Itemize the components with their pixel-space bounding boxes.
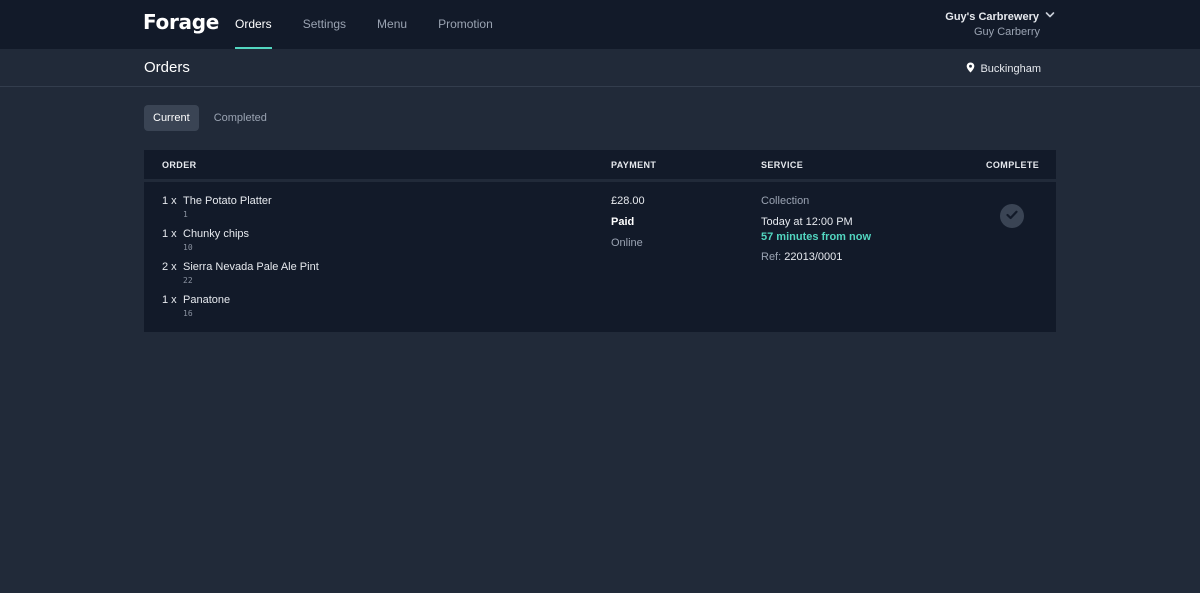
order-item: 2 x Sierra Nevada Pale Ale Pint 22 [162,261,319,294]
item-quantity: 1 x [162,294,177,306]
reference-value: 22013/0001 [784,251,843,263]
item-code: 1 [183,210,188,219]
location-name: Buckingham [980,63,1041,75]
table-header: ORDER PAYMENT SERVICE COMPLETE [144,150,1056,179]
column-header-complete: COMPLETE [986,160,1040,170]
mark-complete-button[interactable] [1000,204,1024,228]
top-navigation-bar: Forage Orders Settings Menu Promotion Gu… [0,0,1200,49]
item-name: Sierra Nevada Pale Ale Pint [183,261,319,273]
table-row[interactable]: 1 x The Potato Platter 1 1 x Chunky chip… [144,182,1056,332]
order-item: 1 x Panatone 16 [162,294,319,327]
map-pin-icon [966,62,975,76]
service-relative-time: 57 minutes from now [761,231,872,243]
account-venue-name: Guy's Carbrewery [945,10,1039,23]
main-nav: Orders Settings Menu Promotion [235,0,524,49]
item-code: 10 [183,243,193,252]
nav-settings[interactable]: Settings [303,0,346,49]
service-type: Collection [761,195,810,207]
tab-completed[interactable]: Completed [205,105,276,131]
page-title: Orders [144,59,190,76]
order-items: 1 x The Potato Platter 1 1 x Chunky chip… [162,195,319,327]
payment-amount: £28.00 [611,195,645,207]
item-quantity: 1 x [162,228,177,240]
tab-current[interactable]: Current [144,105,199,131]
item-quantity: 2 x [162,261,177,273]
column-header-order: ORDER [162,160,197,170]
checkmark-icon [1006,207,1018,225]
item-name: Chunky chips [183,228,250,240]
order-item: 1 x The Potato Platter 1 [162,195,319,228]
reference-label: Ref: [761,251,782,263]
nav-promotion[interactable]: Promotion [438,0,493,49]
order-item: 1 x Chunky chips 10 [162,228,319,261]
payment-cell: £28.00 Paid Online [611,195,645,249]
chevron-down-icon [1044,10,1055,23]
order-reference: Ref: 22013/0001 [761,251,871,263]
location-selector[interactable]: Buckingham [966,62,1041,76]
account-user-name: Guy Carberry [973,26,1040,38]
account-menu[interactable]: Guy's Carbrewery Guy Carberry [945,10,1055,38]
service-time: Today at 12:00 PM [761,216,853,228]
forage-logo[interactable]: Forage [143,10,219,34]
nav-orders[interactable]: Orders [235,0,272,49]
page-header: Orders Buckingham [0,49,1200,87]
payment-status: Paid [611,216,635,228]
column-header-service: SERVICE [761,160,804,170]
orders-table: ORDER PAYMENT SERVICE COMPLETE 1 x The P… [144,150,1056,332]
item-code: 16 [183,309,193,318]
item-code: 22 [183,276,193,285]
service-cell: Collection Today at 12:00 PM 57 minutes … [761,195,871,263]
item-name: Panatone [183,294,231,306]
order-status-tabs: Current Completed [144,105,276,131]
column-header-payment: PAYMENT [611,160,657,170]
item-quantity: 1 x [162,195,177,207]
nav-menu[interactable]: Menu [377,0,407,49]
item-name: The Potato Platter [183,195,272,207]
payment-method: Online [611,237,643,249]
